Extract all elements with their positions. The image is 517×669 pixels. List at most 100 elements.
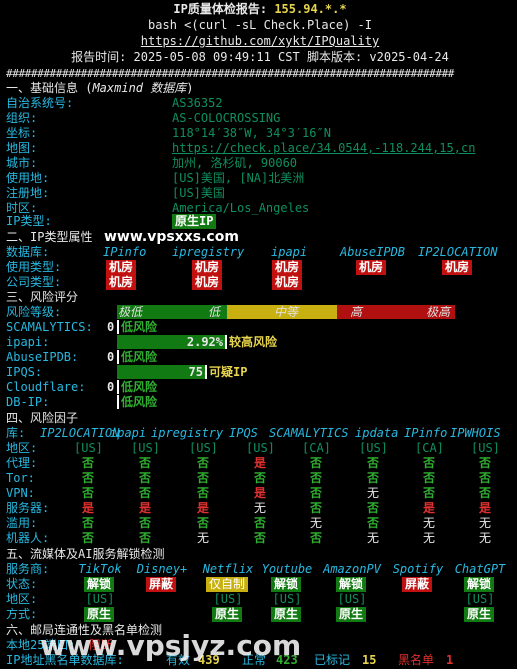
risk-factor-value: 是: [422, 501, 435, 515]
db-abuseipdb: AbuseIPDB: [340, 245, 406, 259]
risk-level-medium: 中等: [274, 305, 299, 319]
risk-level-row: 风险等级: 极低 低 中等 高 极高: [6, 305, 514, 320]
basic-info-label: 自治系统号:: [6, 96, 74, 110]
risk-factor-label: VPN:: [6, 486, 35, 500]
map-link[interactable]: https://check.place/34.0544,-118.244,15,…: [172, 141, 475, 156]
risk-factor-db: ipregistry: [151, 426, 224, 440]
risk-score-marker: [205, 365, 207, 379]
risk-factor-db: ipapi: [110, 426, 147, 440]
basic-info-label: 坐标:: [6, 126, 38, 140]
command-line: bash <(curl -sL Check.Place) -I: [148, 18, 372, 32]
risk-factor-value: 否: [253, 531, 266, 545]
risk-score-marker: [117, 395, 119, 409]
streaming-service-row: 服务商: TikTok Disney+ Netflix Youtube AmazonPV S…: [6, 562, 514, 577]
risk-factor-row: 地区: [US] [US] [US] [US] [CA] [US] [CA] [US]: [6, 441, 514, 456]
risk-factor-value: 无: [196, 531, 209, 545]
risk-factor-label: 机器人:: [6, 531, 50, 545]
risk-factor-value: 否: [309, 471, 322, 485]
streaming-mode-badge: 原生: [464, 607, 495, 622]
risk-factor-value: 否: [81, 531, 94, 545]
streaming-status-badge: 解锁: [271, 577, 302, 592]
company-type-badge: 机房: [106, 275, 137, 290]
usage-type-badge: 机房: [442, 260, 473, 275]
streaming-region-row: 地区: [US] [US] [US] [US] [US]: [6, 592, 514, 607]
risk-factor-row: 代理: 否 否 否 是 否 否 否 否: [6, 456, 514, 471]
basic-info-label: 组织:: [6, 111, 38, 125]
usage-type-badge: 机房: [356, 260, 387, 275]
streaming-status-row: 状态: 解锁 屏蔽 仅自制 解锁 解锁 屏蔽 解锁: [6, 577, 514, 592]
github-link[interactable]: https://github.com/xykt/IPQuality: [6, 34, 514, 49]
risk-source-label: ipapi:: [6, 335, 50, 349]
streaming-service-name: Spotify: [392, 562, 444, 576]
streaming-mode-badge: 原生: [336, 607, 367, 622]
risk-label: 低风险: [121, 395, 158, 409]
risk-score-value: 0: [107, 380, 115, 394]
basic-info-value: [US]美国, [NA]北美洲: [172, 171, 305, 185]
ip-type-badge: 原生IP: [172, 214, 217, 229]
risk-factor-value: 否: [366, 516, 379, 530]
risk-factor-value: 否: [196, 456, 209, 470]
basic-info-label: 时区:: [6, 201, 38, 215]
risk-source-label: IPQS:: [6, 365, 43, 379]
risk-factor-value: 否: [138, 516, 151, 530]
risk-factor-value: 是: [196, 501, 209, 515]
basic-info-value: AS36352: [172, 96, 223, 110]
risk-score-marker: [117, 320, 119, 334]
streaming-service-name: Disney+: [136, 562, 188, 576]
risk-source-label: Cloudflare:: [6, 380, 86, 394]
risk-level-very-low: 极低: [118, 305, 143, 319]
risk-score-row: AbuseIPDB: 0 低风险: [6, 350, 514, 365]
risk-factor-db: IP2LOCATION: [40, 426, 120, 440]
risk-factor-value: 无: [253, 501, 266, 515]
risk-factor-label: 代理:: [6, 456, 38, 470]
section-streaming-title: 五、流媒体及AI服务解锁检测: [6, 547, 165, 561]
basic-info-value: AS-COLOCROSSING: [172, 111, 281, 125]
streaming-region-value: [US]: [272, 592, 302, 606]
streaming-mode-badge: 原生: [271, 607, 302, 622]
risk-factor-db: IPQS: [229, 426, 258, 440]
streaming-service-name: Netflix: [202, 562, 254, 576]
risk-factor-db: IPWHOIS: [450, 426, 501, 440]
risk-factor-value: 否: [478, 486, 491, 500]
risk-label: 低风险: [121, 320, 158, 334]
section-risk-score-title: 三、风险评分: [6, 290, 79, 304]
risk-score-marker: [225, 335, 227, 349]
streaming-mode-badge: 原生: [212, 607, 243, 622]
risk-factor-value: 否: [422, 486, 435, 500]
section-basic-info-title: 一、基础信息 (Maxmind 数据库): [6, 81, 194, 95]
risk-level-label: 风险等级:: [6, 305, 62, 319]
risk-factor-value: 是: [253, 486, 266, 500]
streaming-region-label: 地区:: [6, 592, 38, 606]
risk-label: 可疑IP: [209, 365, 248, 379]
section-ip-type-title: 二、IP类型属性: [6, 230, 93, 244]
risk-factor-value: [US]: [359, 441, 388, 455]
blacklist-marked-label: 已标记: [314, 653, 351, 667]
risk-factor-value: 否: [478, 471, 491, 485]
risk-factor-label: 滥用:: [6, 516, 38, 530]
usage-type-badge: 机房: [272, 260, 303, 275]
risk-factor-value: [CA]: [415, 441, 444, 455]
usage-type-badge: 机房: [106, 260, 137, 275]
streaming-service-name: TikTok: [78, 562, 122, 576]
risk-factor-value: 否: [81, 516, 94, 530]
risk-factor-value: [US]: [246, 441, 275, 455]
risk-factor-value: 否: [138, 471, 151, 485]
streaming-mode-badge: 原生: [84, 607, 115, 622]
risk-factor-value: 否: [138, 486, 151, 500]
risk-factor-db: SCAMALYTICS: [269, 426, 349, 440]
streaming-mode-row: 方式: 原生 原生 原生 原生 原生: [6, 607, 514, 622]
risk-factor-value: 否: [196, 486, 209, 500]
watermark: www.vpsxxs.com: [104, 229, 239, 245]
streaming-status-label: 状态:: [6, 577, 38, 591]
risk-factor-value: 否: [309, 486, 322, 500]
risk-factor-value: 是: [478, 501, 491, 515]
risk-factor-db: ipdata: [355, 426, 399, 440]
risk-level-very-high: 极高: [426, 305, 451, 319]
risk-level-high: 高: [350, 305, 363, 319]
risk-factor-row: 服务器: 是 是 是 无 否 否 是 是: [6, 501, 514, 516]
streaming-status-badge: 屏蔽: [402, 577, 433, 592]
risk-score-value: 75: [188, 365, 203, 379]
db-ipregistry: ipregistry: [172, 245, 245, 259]
risk-score-row: Cloudflare: 0 低风险: [6, 380, 514, 395]
db-ipapi: ipapi: [271, 245, 308, 259]
